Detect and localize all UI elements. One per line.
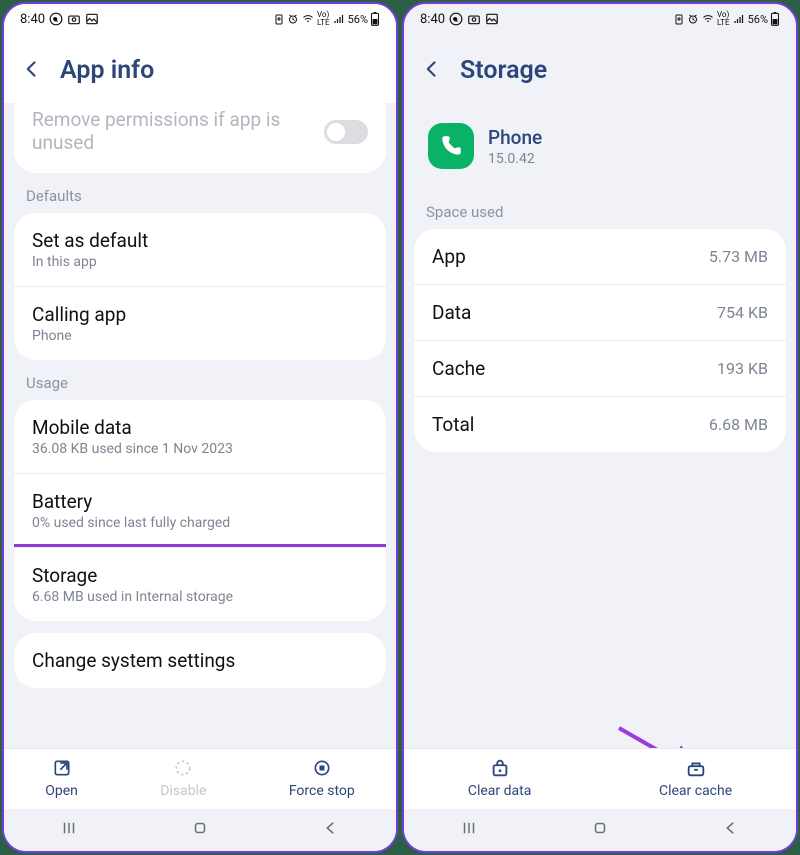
set-as-default-row[interactable]: Set as default In this app (14, 213, 386, 287)
calling-app-title: Calling app (32, 303, 368, 326)
nav-back[interactable] (720, 819, 742, 841)
remove-permissions-toggle[interactable] (324, 120, 368, 144)
set-as-default-title: Set as default (32, 229, 368, 252)
space-app-val: 5.73 MB (709, 247, 768, 266)
mobile-data-title: Mobile data (32, 416, 368, 439)
nav-back[interactable] (320, 819, 342, 841)
clear-data-label: Clear data (468, 783, 531, 799)
disable-icon (173, 757, 193, 779)
set-as-default-sub: In this app (32, 254, 368, 270)
section-space-used: Space used (404, 189, 796, 229)
phone-right: 8:40 Vo)LTE 56% Storage (402, 2, 798, 853)
disable-label: Disable (160, 783, 206, 799)
space-app-key: App (432, 245, 466, 268)
force-stop-label: Force stop (289, 783, 355, 799)
space-cache-row: Cache 193 KB (414, 341, 786, 397)
mobile-data-sub: 36.08 KB used since 1 Nov 2023 (32, 441, 368, 457)
back-button[interactable] (422, 59, 442, 83)
clear-cache-button[interactable]: Clear cache (659, 757, 732, 799)
space-total-key: Total (432, 413, 474, 436)
status-time: 8:40 (20, 12, 45, 27)
battery-title: Battery (32, 490, 368, 513)
calling-app-row[interactable]: Calling app Phone (14, 287, 386, 360)
space-cache-key: Cache (432, 357, 485, 380)
battery-percent: 56% (748, 13, 768, 26)
phone-app-icon (428, 123, 474, 169)
nav-recent[interactable] (458, 819, 480, 841)
phone-left: 8:40 Vo)LTE 5 (2, 2, 398, 853)
disable-button[interactable]: Disable (160, 757, 206, 799)
nav-bar (404, 809, 796, 851)
space-data-val: 754 KB (717, 303, 768, 322)
open-label: Open (45, 783, 78, 799)
action-bar: Open Disable Force stop (4, 748, 396, 809)
network-label: Vo)LTE (717, 11, 730, 27)
space-app-row: App 5.73 MB (414, 229, 786, 285)
space-data-row: Data 754 KB (414, 285, 786, 341)
clear-data-icon (489, 757, 511, 779)
change-system-settings-title: Change system settings (32, 649, 368, 672)
page-title: Storage (460, 56, 547, 85)
battery-saver-icon (673, 13, 685, 25)
signal-icon (732, 13, 746, 25)
alarm-icon (687, 13, 699, 25)
change-system-settings-row[interactable]: Change system settings (14, 633, 386, 688)
wifi-icon (701, 13, 715, 25)
status-time: 8:40 (420, 12, 445, 27)
image-icon (485, 12, 499, 26)
clear-cache-icon (685, 757, 707, 779)
mobile-data-row[interactable]: Mobile data 36.08 KB used since 1 Nov 20… (14, 400, 386, 474)
action-bar: Clear data Clear cache (404, 748, 796, 809)
whatsapp-icon (49, 12, 63, 26)
force-stop-button[interactable]: Force stop (289, 757, 355, 799)
app-header: Phone 15.0.42 (404, 103, 796, 189)
signal-icon (332, 13, 346, 25)
battery-icon (770, 12, 780, 26)
open-icon (52, 757, 72, 779)
space-data-key: Data (432, 301, 471, 324)
camera-icon (467, 12, 481, 26)
status-bar: 8:40 Vo)LTE 5 (4, 4, 396, 34)
app-name: Phone (488, 126, 542, 149)
nav-home[interactable] (589, 819, 611, 841)
header: Storage (404, 34, 796, 103)
network-label: Vo)LTE (317, 11, 330, 27)
section-usage: Usage (4, 360, 396, 400)
section-defaults: Defaults (4, 173, 396, 213)
back-button[interactable] (22, 59, 42, 83)
header: App info (4, 34, 396, 103)
remove-permissions-label: Remove permissions if app is unused (32, 109, 301, 155)
nav-bar (4, 809, 396, 851)
space-total-row: Total 6.68 MB (414, 397, 786, 452)
clear-data-button[interactable]: Clear data (468, 757, 531, 799)
open-button[interactable]: Open (45, 757, 78, 799)
nav-recent[interactable] (58, 819, 80, 841)
battery-saver-icon (273, 13, 285, 25)
nav-home[interactable] (189, 819, 211, 841)
clear-cache-label: Clear cache (659, 783, 732, 799)
space-cache-val: 193 KB (717, 359, 768, 378)
alarm-icon (287, 13, 299, 25)
wifi-icon (301, 13, 315, 25)
battery-icon (370, 12, 380, 26)
image-icon (85, 12, 99, 26)
storage-title: Storage (32, 564, 368, 587)
space-total-val: 6.68 MB (709, 415, 768, 434)
storage-sub: 6.68 MB used in Internal storage (32, 589, 368, 605)
calling-app-sub: Phone (32, 328, 368, 344)
battery-sub: 0% used since last fully charged (32, 515, 368, 531)
storage-row[interactable]: Storage 6.68 MB used in Internal storage (14, 548, 386, 621)
status-bar: 8:40 Vo)LTE 56% (404, 4, 796, 34)
battery-row[interactable]: Battery 0% used since last fully charged (14, 474, 386, 548)
remove-permissions-row[interactable]: Remove permissions if app is unused (14, 103, 386, 173)
app-version: 15.0.42 (488, 151, 542, 167)
whatsapp-icon (449, 12, 463, 26)
force-stop-icon (312, 757, 332, 779)
battery-percent: 56% (348, 13, 368, 26)
camera-icon (67, 12, 81, 26)
page-title: App info (60, 56, 154, 85)
